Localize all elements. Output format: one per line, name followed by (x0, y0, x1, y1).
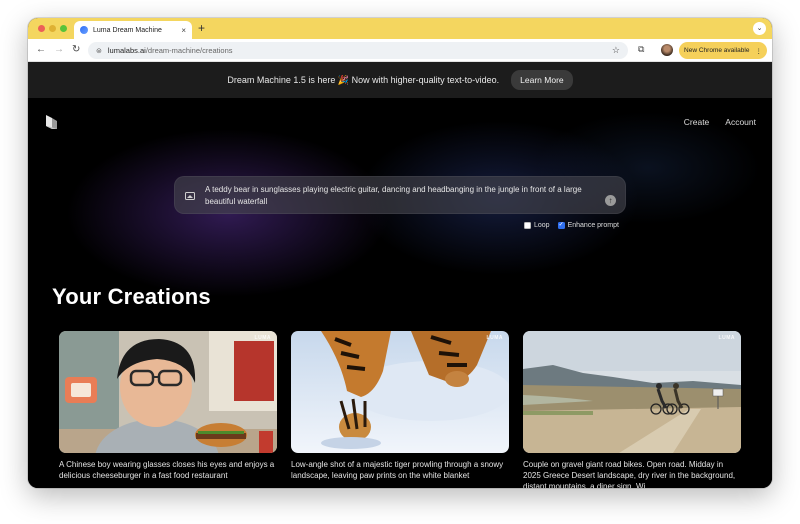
browser-window: Luma Dream Machine × + ⌄ ← → ↻ ⊜ lumalab… (28, 18, 772, 488)
menu-dots-icon[interactable]: ⋮ (755, 47, 762, 55)
site-info-icon[interactable]: ⊜ (96, 47, 102, 55)
luma-favicon-icon (80, 26, 88, 34)
chrome-update-button[interactable]: New Chrome available ⋮ (679, 42, 767, 59)
tab-title: Luma Dream Machine (93, 26, 162, 34)
url-text[interactable]: lumalabs.ai/dream-machine/creations (108, 46, 606, 55)
luma-logo-icon[interactable] (44, 114, 58, 130)
top-navigation: Create Account (684, 117, 756, 127)
enhance-prompt-checkbox[interactable]: ✓ (557, 222, 565, 229)
prompt-text[interactable]: A teddy bear in sunglasses playing elect… (205, 184, 595, 208)
creation-card[interactable]: LUMA A Chinese boy wearing glasses close… (59, 331, 277, 481)
browser-toolbar: ← → ↻ ⊜ lumalabs.ai/dream-machine/creati… (28, 39, 772, 62)
nav-create-link[interactable]: Create (684, 117, 710, 127)
back-arrow-icon[interactable]: ← (36, 43, 46, 57)
banner-text: Dream Machine 1.5 is here 🎉 Now with hig… (227, 74, 500, 85)
announcement-banner: Dream Machine 1.5 is here 🎉 Now with hig… (28, 62, 772, 98)
creation-caption: Couple on gravel giant road bikes. Open … (523, 460, 736, 488)
loop-label: Loop (534, 222, 550, 229)
url-host: lumalabs.ai (107, 46, 146, 55)
close-window-button[interactable] (38, 25, 45, 32)
maximize-window-button[interactable] (60, 25, 67, 32)
creation-caption: A Chinese boy wearing glasses closes his… (59, 460, 275, 480)
profile-avatar[interactable] (661, 44, 673, 56)
creation-thumbnail[interactable]: LUMA (523, 331, 741, 453)
tab-search-button[interactable]: ⌄ (753, 22, 766, 35)
generation-options: Loop ✓ Enhance prompt (524, 222, 619, 229)
image-upload-icon[interactable] (185, 192, 195, 200)
send-arrow-icon[interactable]: ↑ (605, 195, 616, 206)
creation-thumbnail[interactable]: LUMA (291, 331, 509, 453)
creation-caption: Low-angle shot of a majestic tiger prowl… (291, 460, 504, 480)
section-heading: Your Creations (52, 284, 211, 309)
luma-watermark: LUMA (718, 335, 735, 341)
tab-strip: Luma Dream Machine × + ⌄ (28, 18, 772, 39)
loop-option[interactable]: Loop (524, 222, 550, 229)
loop-checkbox[interactable] (524, 222, 531, 229)
tab-close-icon[interactable]: × (181, 26, 186, 35)
forward-arrow-icon[interactable]: → (54, 43, 64, 57)
creation-thumbnail[interactable]: LUMA (59, 331, 277, 453)
creation-card[interactable]: LUMA Couple on gravel giant road bikes. … (523, 331, 741, 488)
reload-icon[interactable]: ↻ (72, 43, 80, 57)
nav-account-link[interactable]: Account (725, 117, 756, 127)
prompt-input[interactable]: A teddy bear in sunglasses playing elect… (174, 176, 626, 214)
enhance-prompt-option[interactable]: ✓ Enhance prompt (557, 222, 619, 229)
creation-card[interactable]: LUMA Low-angle shot of a majestic tiger … (291, 331, 509, 481)
enhance-prompt-label: Enhance prompt (567, 222, 619, 229)
gravel-bikes-image (523, 331, 741, 453)
hero-section: Create Account A teddy bear in sunglasse… (28, 98, 772, 488)
url-path: /dream-machine/creations (145, 46, 233, 55)
page-content: Dream Machine 1.5 is here 🎉 Now with hig… (28, 62, 772, 488)
bookmark-star-icon[interactable]: ☆ (612, 45, 620, 56)
boy-burger-image (59, 331, 277, 453)
luma-watermark: LUMA (486, 335, 503, 341)
update-label: New Chrome available (684, 47, 750, 54)
minimize-window-button[interactable] (49, 25, 56, 32)
new-tab-button[interactable]: + (198, 21, 205, 35)
address-bar[interactable]: ⊜ lumalabs.ai/dream-machine/creations ☆ (88, 42, 628, 59)
luma-watermark: LUMA (254, 335, 271, 341)
tiger-snow-image (291, 331, 509, 453)
browser-tab[interactable]: Luma Dream Machine × (74, 21, 192, 39)
extensions-icon[interactable]: ⧉ (638, 44, 644, 55)
learn-more-button[interactable]: Learn More (511, 70, 573, 90)
